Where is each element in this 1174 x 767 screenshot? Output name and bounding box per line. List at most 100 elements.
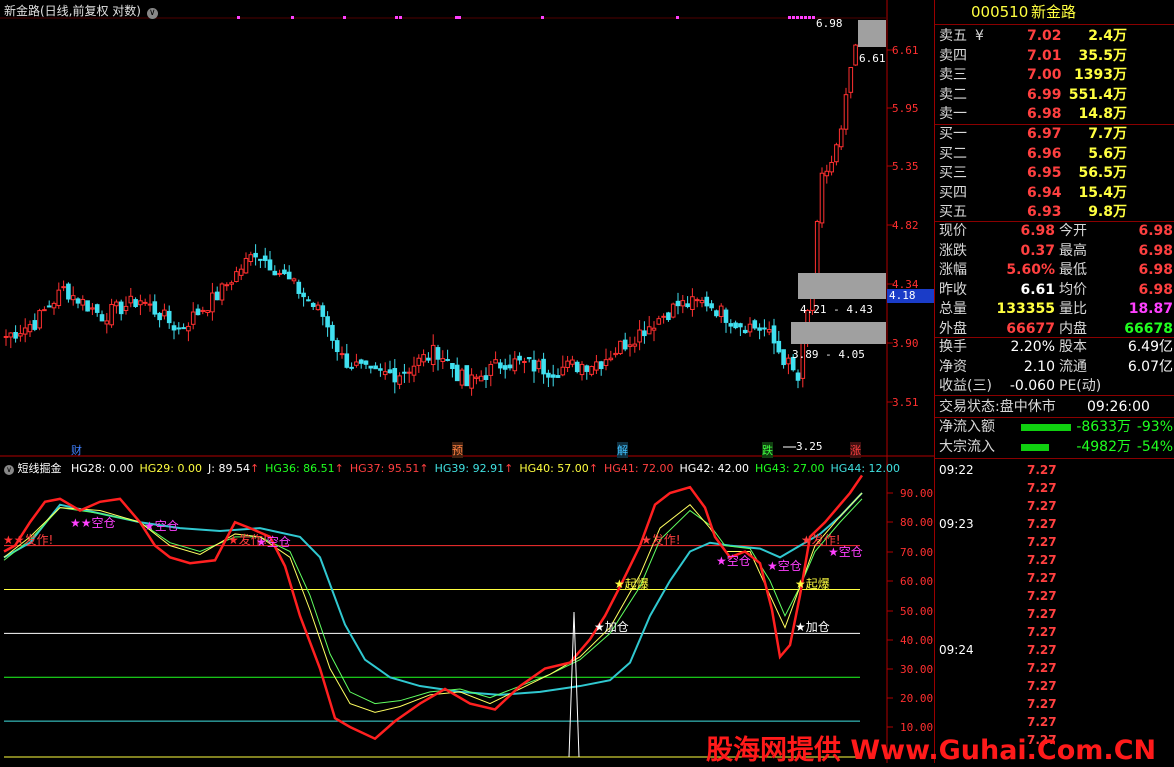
tick-row[interactable]: 7.27 — [935, 551, 1174, 570]
indicator-value: HG40: 57.00 — [519, 462, 589, 475]
extra-label: 净资 — [939, 358, 967, 375]
candle-body — [22, 327, 28, 335]
star-icon: ★ — [256, 535, 267, 549]
candle-body — [733, 322, 738, 329]
tick-row[interactable]: 7.27 — [935, 587, 1174, 606]
tick-price: 7.27 — [1027, 535, 1057, 549]
candle-body — [723, 309, 729, 323]
candle-body — [517, 355, 522, 361]
candle-body — [522, 360, 527, 363]
stat-row: 涨幅 5.60% 最低 6.98 — [935, 261, 1174, 280]
stat-value: 133355 — [996, 301, 1055, 317]
indicator-value: HG42: 42.00 — [679, 462, 750, 475]
top-dot — [812, 16, 815, 19]
candle-body — [709, 303, 714, 309]
tick-row[interactable]: 7.27 — [935, 695, 1174, 714]
candle-body — [666, 312, 671, 321]
ask-row: 卖四 7.01 35.5万 — [935, 47, 1174, 66]
candle-body — [416, 357, 422, 366]
stat-label: 内盘 — [1059, 320, 1087, 337]
stock-code: 000510 — [971, 3, 1029, 21]
watermark: 股海网提供 Www.Guhai.Com.CN — [706, 735, 1157, 766]
candle-body — [205, 310, 210, 314]
tick-row[interactable]: 7.27 — [935, 497, 1174, 516]
stat-label: 涨幅 — [939, 262, 967, 278]
tick-row[interactable]: 09:24 7.27 — [935, 641, 1174, 660]
signal-kongcang: ★空仓 — [828, 545, 863, 559]
indicator-value: HG39: 92.91 — [434, 462, 505, 475]
chevron-down-icon[interactable]: ∨ — [146, 8, 158, 19]
candle-body — [781, 349, 786, 366]
ask-volume: 35.5万 — [1078, 47, 1127, 64]
event-marker-jie[interactable]: 解 — [617, 442, 628, 458]
tick-price: 7.27 — [1027, 589, 1057, 603]
top-dot — [237, 16, 240, 19]
candle-body — [248, 254, 254, 263]
chart-canvas[interactable] — [0, 0, 934, 763]
candle-body — [234, 271, 239, 283]
candle-body — [200, 309, 206, 312]
candle-body — [670, 303, 676, 318]
candle-body — [373, 365, 378, 370]
top-dot — [676, 16, 679, 19]
candle-body — [147, 303, 153, 306]
candle-body — [474, 376, 479, 379]
tick-row[interactable]: 7.27 — [935, 479, 1174, 498]
tick-row[interactable]: 7.27 — [935, 677, 1174, 696]
candle-body — [834, 144, 839, 163]
up-arrow-icon: ↑ — [334, 462, 344, 475]
candle-body — [464, 365, 470, 387]
tick-row[interactable]: 7.27 — [935, 623, 1174, 642]
candle-body — [195, 308, 201, 316]
tick-price: 7.27 — [1027, 607, 1057, 621]
stat-row: 涨跌 0.37 最高 6.98 — [935, 242, 1174, 261]
event-marker-cai[interactable]: 财 — [71, 442, 82, 458]
tick-row[interactable]: 7.27 — [935, 569, 1174, 588]
top-dot — [788, 16, 791, 19]
series-line-j — [3, 492, 863, 713]
indicator-value: HG36: 86.51 — [265, 462, 335, 475]
ask-price: 7.00 — [1027, 67, 1062, 83]
candle-body — [378, 368, 383, 371]
candle-body — [330, 324, 335, 341]
candle-body — [109, 303, 114, 326]
candle-body — [613, 352, 618, 356]
star-icon: ★ — [641, 533, 652, 547]
candle-body — [262, 255, 268, 261]
flow-row: 大宗流入 -4982万 -54% — [935, 438, 1174, 457]
candle-body — [565, 360, 570, 369]
signal-kongcang: ★空仓 — [716, 554, 751, 568]
flow-percent: -93% — [1136, 419, 1173, 435]
signal-qibao: ★起爆 — [614, 577, 649, 591]
ask-row: 卖二 6.99 551.4万 — [935, 86, 1174, 105]
stat-value: 5.60% — [1006, 262, 1055, 278]
candle-body — [258, 258, 263, 261]
tick-row[interactable]: 7.27 — [935, 659, 1174, 678]
stat-label: 量比 — [1059, 301, 1087, 317]
ask-volume: 14.8万 — [1078, 106, 1127, 122]
chevron-down-icon[interactable]: ∨ — [4, 465, 14, 475]
candle-body — [94, 304, 100, 313]
tick-row[interactable]: 7.27 — [935, 533, 1174, 552]
bid-label: 买四 — [939, 184, 967, 201]
bid-label: 买一 — [939, 126, 967, 142]
stat-value: 6.98 — [1138, 223, 1173, 239]
stat-row: 总量 133355 量比 18.87 — [935, 300, 1174, 319]
indicator-tick: 60.00 — [900, 575, 934, 588]
tick-row[interactable]: 09:23 7.27 — [935, 515, 1174, 534]
candle-body — [776, 340, 782, 353]
ask-row: 卖一 6.98 14.8万 — [935, 105, 1174, 124]
flow-bar — [1021, 443, 1049, 451]
event-marker-die[interactable]: 跌 — [762, 442, 773, 458]
tick-row[interactable]: 7.27 — [935, 605, 1174, 624]
tick-row[interactable]: 09:22 7.27 — [935, 461, 1174, 480]
tick-price: 7.27 — [1027, 517, 1057, 531]
indicator-name: 短线掘金 — [17, 462, 62, 475]
tick-price: 7.27 — [1027, 679, 1057, 693]
candle-body — [550, 374, 556, 378]
stat-row: 昨收 6.61 均价 6.98 — [935, 281, 1174, 300]
candle-body — [440, 358, 446, 362]
event-marker-zhang[interactable]: 涨 — [850, 442, 861, 458]
candle-body — [637, 329, 642, 343]
event-marker-yu[interactable]: 预 — [452, 442, 463, 458]
